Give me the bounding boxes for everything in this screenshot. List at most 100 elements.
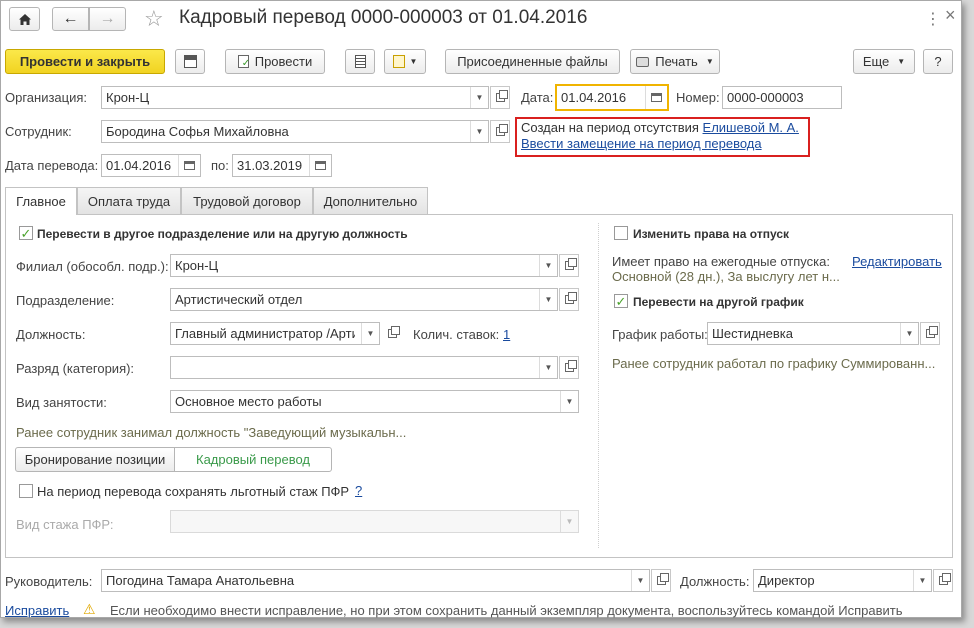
pension-checkbox[interactable]: [19, 484, 33, 498]
post-button[interactable]: ✓ Провести: [225, 49, 325, 74]
tab-payroll-label: Оплата труда: [87, 193, 171, 209]
manager-position-open-button[interactable]: [933, 569, 953, 592]
calendar-button[interactable]: [309, 155, 331, 176]
organization-field[interactable]: Крон-Ц ▼: [101, 86, 489, 109]
chevron-down-icon[interactable]: ▼: [539, 255, 557, 276]
open-form-icon: [495, 124, 508, 136]
chevron-down-icon: ▼: [409, 57, 418, 66]
employment-type-label: Вид занятости:: [16, 395, 107, 410]
post-and-close-button[interactable]: Провести и закрыть: [5, 49, 165, 74]
pension-type-field[interactable]: ▼: [170, 510, 579, 533]
employee-open-button[interactable]: [490, 120, 510, 143]
edit-vacation-link[interactable]: Редактировать: [852, 254, 942, 269]
employment-type-field[interactable]: Основное место работы ▼: [170, 390, 579, 413]
window-menu-icon[interactable]: ⋮: [925, 9, 941, 29]
chevron-down-icon[interactable]: ▼: [361, 323, 379, 344]
booking-position-button[interactable]: Бронирование позиции: [15, 447, 175, 472]
print-button[interactable]: Печать ▼: [630, 49, 720, 74]
tab-employment-contract[interactable]: Трудовой договор: [181, 187, 313, 214]
chevron-down-icon: ▼: [705, 57, 714, 66]
fix-link[interactable]: Исправить: [5, 603, 69, 618]
schedule-open-button[interactable]: [920, 322, 940, 345]
grade-open-button[interactable]: [559, 356, 579, 379]
to-date-field[interactable]: 31.03.2019: [232, 154, 332, 177]
chevron-down-icon[interactable]: ▼: [913, 570, 931, 591]
back-button[interactable]: ←: [52, 7, 89, 31]
chevron-down-icon[interactable]: ▼: [560, 391, 578, 412]
tab-employment-contract-label: Трудовой договор: [193, 193, 301, 209]
rates-label: Колич. ставок:: [413, 327, 500, 342]
schedule-label: График работы:: [612, 327, 708, 342]
post-and-close-label: Провести и закрыть: [19, 54, 151, 69]
home-icon: [18, 13, 31, 25]
employee-label: Сотрудник:: [5, 124, 72, 139]
number-field[interactable]: 0000-000003: [722, 86, 842, 109]
attached-files-button[interactable]: Присоединенные файлы: [445, 49, 620, 74]
open-form-icon: [564, 292, 577, 304]
open-form-icon: [938, 573, 951, 585]
open-form-icon: [387, 326, 400, 338]
close-icon[interactable]: ×: [945, 5, 956, 26]
tab-additional[interactable]: Дополнительно: [313, 187, 428, 214]
organization-value: Крон-Ц: [106, 90, 150, 105]
vacation-rights-checkbox[interactable]: [614, 226, 628, 240]
position-value: Главный администратор /Артис: [175, 326, 355, 341]
rates-link[interactable]: 1: [503, 327, 510, 342]
division-open-button[interactable]: [559, 288, 579, 311]
forward-button[interactable]: →: [89, 7, 126, 31]
manager-position-field[interactable]: Директор ▼: [753, 569, 932, 592]
position-open-button[interactable]: [382, 322, 402, 345]
date-label: Дата:: [521, 90, 554, 105]
journal-button[interactable]: [345, 49, 375, 74]
position-label: Должность:: [16, 327, 86, 342]
transfer-date-field[interactable]: 01.04.2016: [101, 154, 201, 177]
chevron-down-icon[interactable]: ▼: [539, 357, 557, 378]
chevron-down-icon[interactable]: ▼: [900, 323, 918, 344]
chevron-down-icon[interactable]: ▼: [470, 87, 488, 108]
calendar-button[interactable]: [645, 86, 667, 109]
manager-open-button[interactable]: [651, 569, 671, 592]
schedule-checkbox[interactable]: ✓: [614, 294, 628, 308]
vacation-rights-checkbox-label: Изменить права на отпуск: [633, 227, 789, 241]
help-button[interactable]: ?: [923, 49, 953, 74]
previous-schedule-note: Ранее сотрудник работал по графику Сумми…: [612, 356, 936, 371]
more-button[interactable]: Еще ▼: [853, 49, 915, 74]
enter-replacement-link[interactable]: Ввести замещение на период перевода: [521, 136, 762, 151]
create-based-on-button[interactable]: ▼: [384, 49, 426, 74]
to-label: по:: [211, 158, 229, 173]
vacation-rights-value: Основной (28 дн.), За выслугу лет н...: [612, 269, 840, 284]
open-form-icon: [495, 90, 508, 102]
organization-open-button[interactable]: [490, 86, 510, 109]
schedule-field[interactable]: Шестидневка ▼: [707, 322, 919, 345]
chevron-down-icon[interactable]: ▼: [470, 121, 488, 142]
warning-icon: ⚠: [83, 601, 96, 617]
manager-value: Погодина Тамара Анатольевна: [106, 573, 295, 588]
date-field[interactable]: 01.04.2016: [555, 84, 669, 111]
pension-help-link[interactable]: ?: [355, 483, 362, 498]
manager-position-value: Директор: [758, 573, 815, 588]
tab-main[interactable]: Главное: [5, 187, 77, 215]
chevron-down-icon[interactable]: ▼: [631, 570, 649, 591]
document-window: ← → ☆ Кадровый перевод 0000-000003 от 01…: [0, 0, 962, 618]
chevron-down-icon[interactable]: ▼: [539, 289, 557, 310]
transfer-checkbox[interactable]: ✓: [19, 226, 33, 240]
grade-field[interactable]: ▼: [170, 356, 558, 379]
tab-additional-label: Дополнительно: [323, 193, 418, 209]
favorite-star-icon[interactable]: ☆: [144, 6, 164, 32]
position-field[interactable]: Главный администратор /Артис ▼: [170, 322, 380, 345]
home-button[interactable]: [9, 7, 40, 31]
calendar-button[interactable]: [178, 155, 200, 176]
save-button[interactable]: [175, 49, 205, 74]
division-field[interactable]: Артистический отдел ▼: [170, 288, 558, 311]
employee-field[interactable]: Бородина Софья Михайловна ▼: [101, 120, 489, 143]
manager-field[interactable]: Погодина Тамара Анатольевна ▼: [101, 569, 650, 592]
employment-type-value: Основное место работы: [175, 394, 322, 409]
attached-files-label: Присоединенные файлы: [457, 54, 608, 69]
personnel-transfer-button[interactable]: Кадровый перевод: [174, 447, 332, 472]
absence-info-line: Создан на период отсутствия Елишевой М. …: [521, 120, 799, 135]
absent-employee-link[interactable]: Елишевой М. А.: [703, 120, 799, 135]
tab-payroll[interactable]: Оплата труда: [77, 187, 181, 214]
branch-field[interactable]: Крон-Ц ▼: [170, 254, 558, 277]
branch-open-button[interactable]: [559, 254, 579, 277]
chevron-down-icon[interactable]: ▼: [560, 511, 578, 532]
